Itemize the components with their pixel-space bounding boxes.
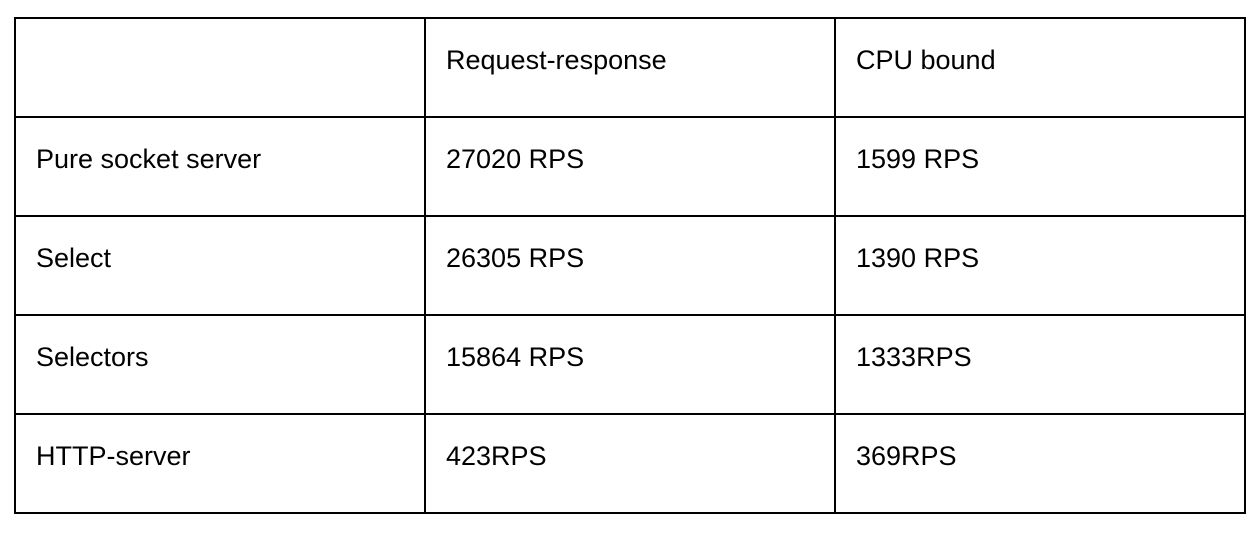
cell-text: 1599 RPS <box>856 144 980 174</box>
cell-text: Select <box>36 243 112 273</box>
benchmark-table: Request-response CPU bound Pure socket s… <box>14 17 1246 514</box>
header-cell-text <box>36 19 424 47</box>
table-header-row: Request-response CPU bound <box>14 17 1246 118</box>
table-row: Selectors 15864 RPS 1333RPS <box>14 314 1246 415</box>
row-label-cell: Select <box>14 215 426 316</box>
cell-text: 423RPS <box>446 441 547 471</box>
cell-text: Selectors <box>36 342 149 372</box>
cpu-bound-cell: 1390 RPS <box>834 215 1246 316</box>
table-row: Pure socket server 27020 RPS 1599 RPS <box>14 116 1246 217</box>
table-row: HTTP-server 423RPS 369RPS <box>14 413 1246 514</box>
header-cell-empty <box>14 17 426 118</box>
header-cell-cpu-bound: CPU bound <box>834 17 1246 118</box>
request-response-cell: 423RPS <box>424 413 836 514</box>
request-response-cell: 26305 RPS <box>424 215 836 316</box>
request-response-cell: 27020 RPS <box>424 116 836 217</box>
header-cell-request-response: Request-response <box>424 17 836 118</box>
header-cell-text: CPU bound <box>856 45 996 75</box>
row-label-cell: Pure socket server <box>14 116 426 217</box>
cpu-bound-cell: 1333RPS <box>834 314 1246 415</box>
cpu-bound-cell: 1599 RPS <box>834 116 1246 217</box>
row-label-cell: Selectors <box>14 314 426 415</box>
cell-text: 15864 RPS <box>446 342 585 372</box>
request-response-cell: 15864 RPS <box>424 314 836 415</box>
row-label-cell: HTTP-server <box>14 413 426 514</box>
cell-text: Pure socket server <box>36 144 262 174</box>
benchmark-table-container: Request-response CPU bound Pure socket s… <box>14 17 1246 514</box>
cell-text: 27020 RPS <box>446 144 585 174</box>
cell-text: 1333RPS <box>856 342 972 372</box>
cell-text: 369RPS <box>856 441 957 471</box>
cell-text: 26305 RPS <box>446 243 585 273</box>
cpu-bound-cell: 369RPS <box>834 413 1246 514</box>
cell-text: 1390 RPS <box>856 243 980 273</box>
header-cell-text: Request-response <box>446 45 667 75</box>
table-row: Select 26305 RPS 1390 RPS <box>14 215 1246 316</box>
cell-text: HTTP-server <box>36 441 191 471</box>
